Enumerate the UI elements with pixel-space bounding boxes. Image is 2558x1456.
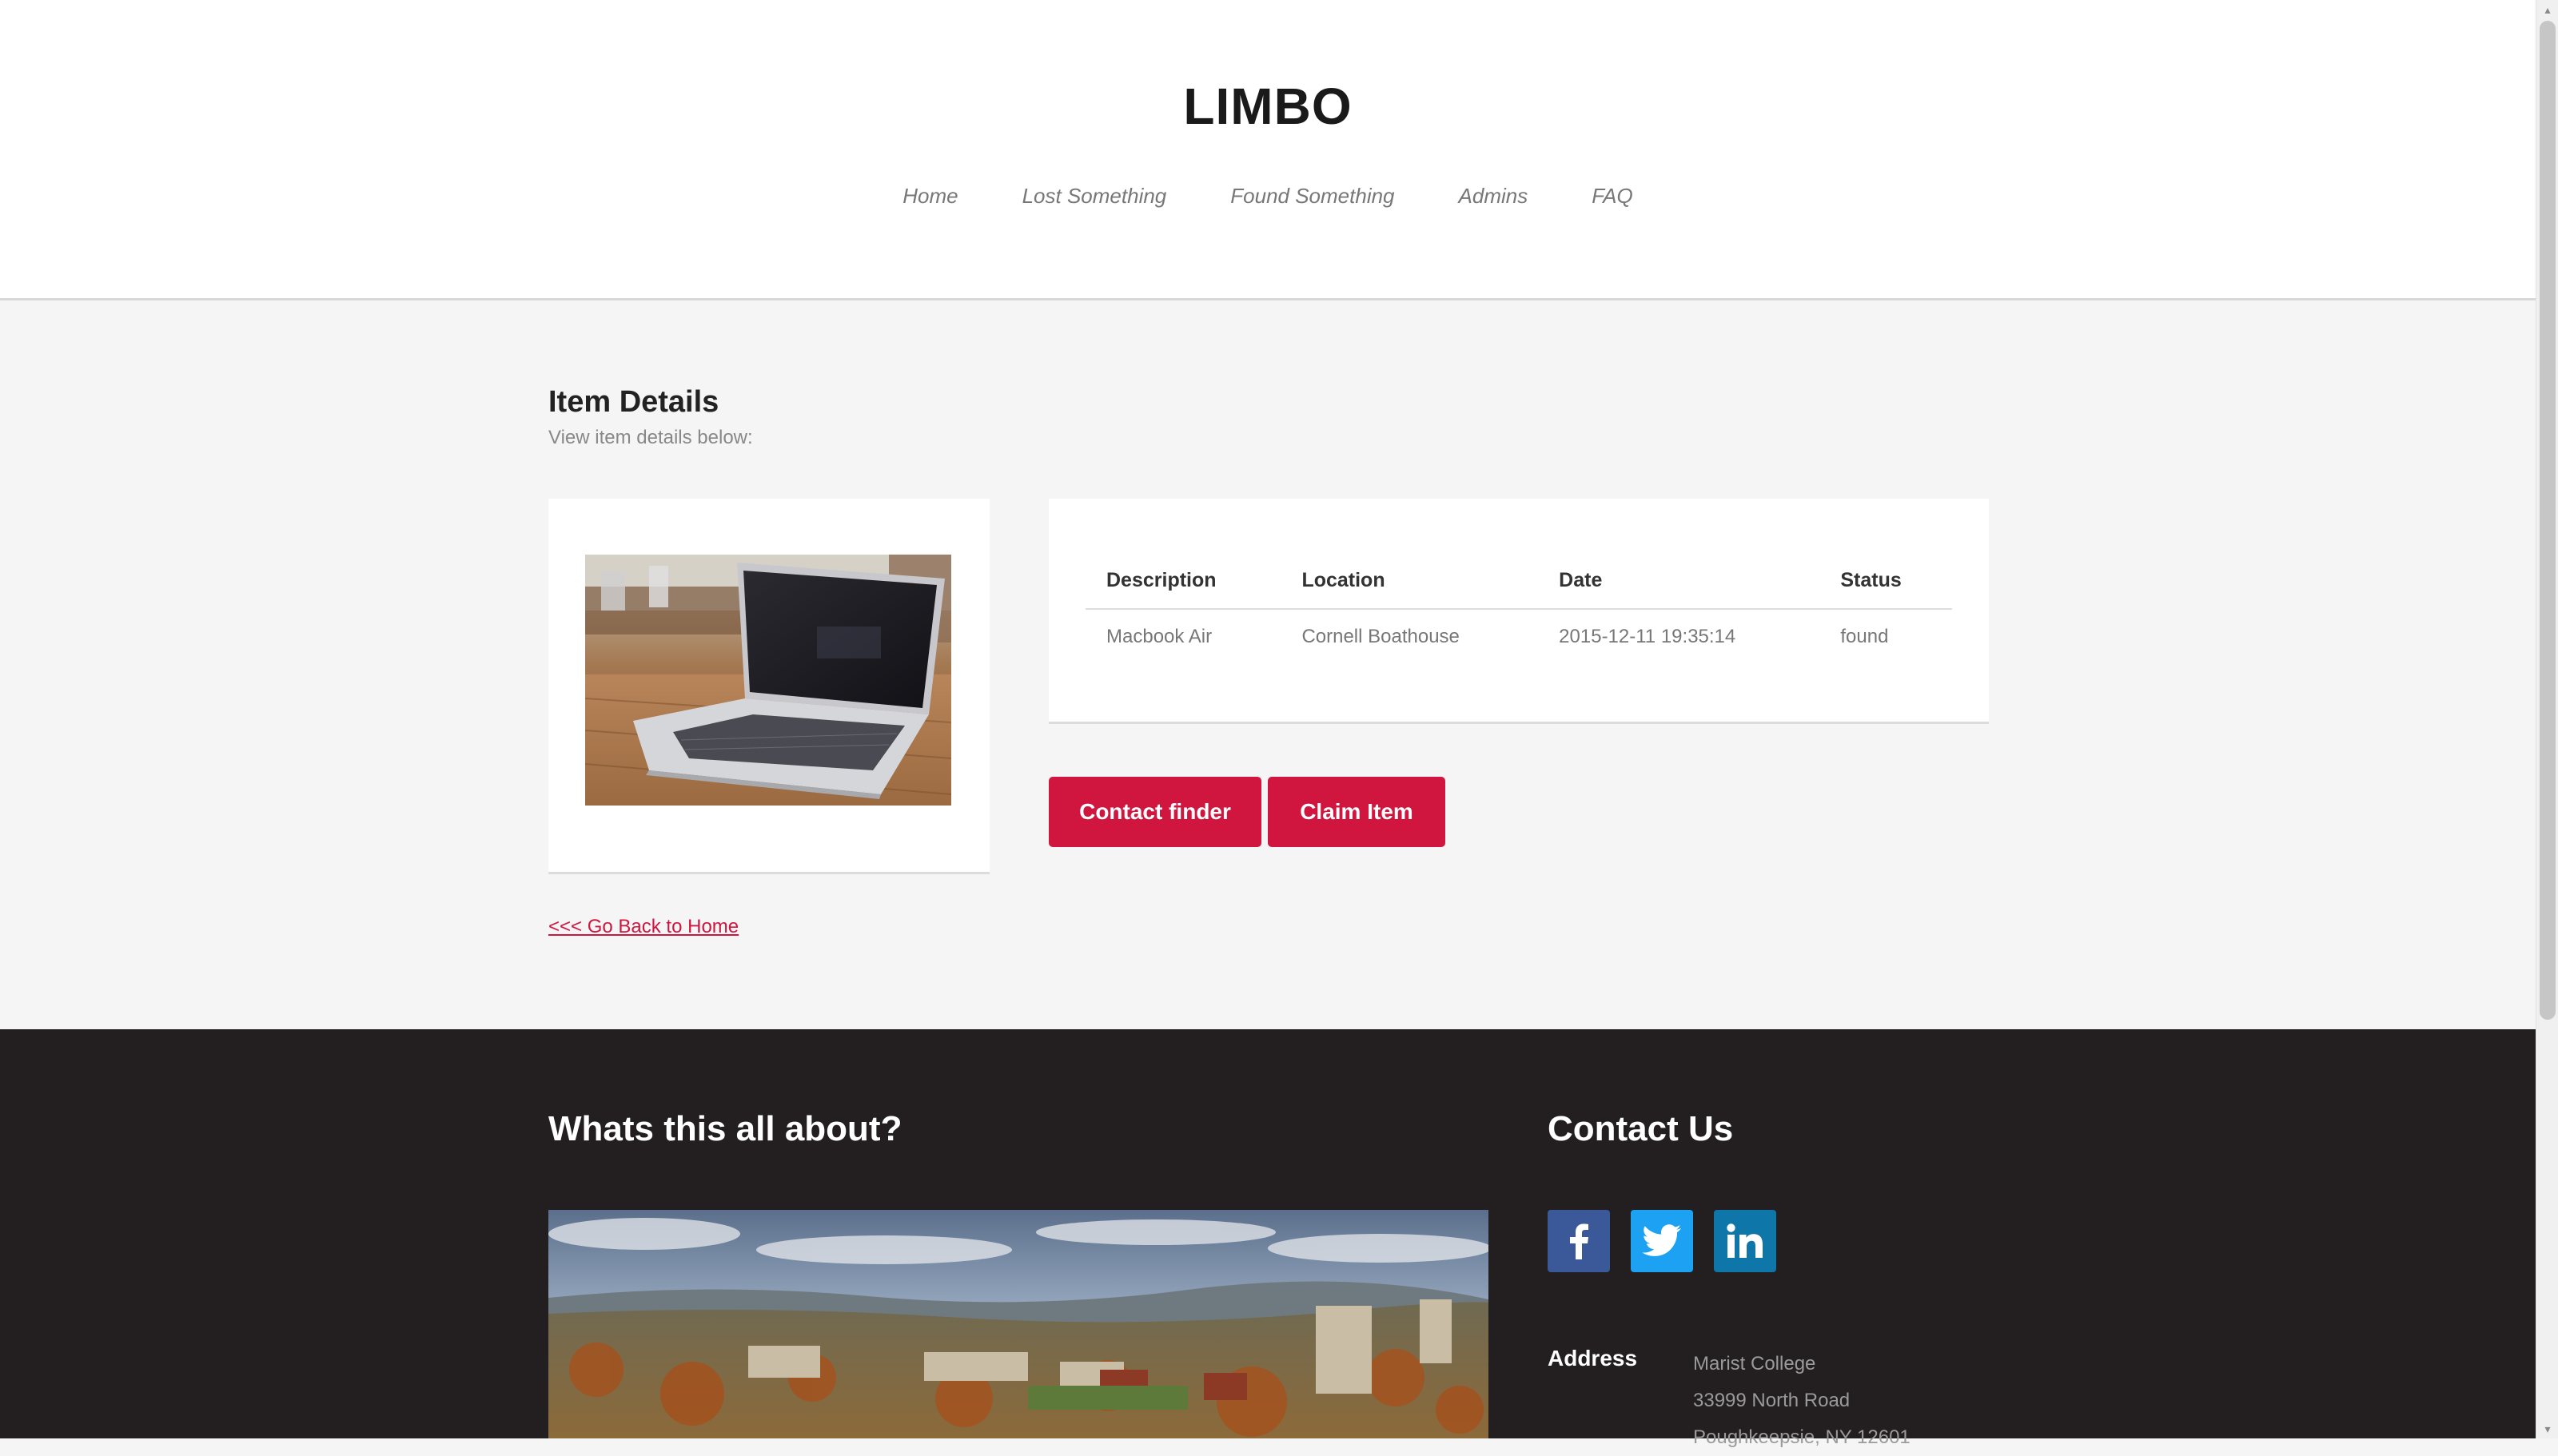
address-label: Address xyxy=(1548,1346,1638,1370)
nav-item-faq[interactable]: FAQ xyxy=(1592,184,1633,209)
campus-photo-icon xyxy=(548,1210,1488,1438)
claim-item-button[interactable]: Claim Item xyxy=(1268,777,1445,847)
item-image-card xyxy=(548,499,990,874)
page-title: Item Details xyxy=(548,385,719,419)
contact-heading: Contact Us xyxy=(1548,1109,1734,1148)
scroll-up-icon[interactable]: ▴ xyxy=(2541,3,2554,16)
campus-photo xyxy=(548,1210,1488,1438)
back-to-home-link[interactable]: <<< Go Back to Home xyxy=(548,916,739,938)
about-heading: Whats this all about? xyxy=(548,1109,902,1148)
item-details-table: Description Location Date Status Macbook… xyxy=(1086,553,1952,664)
cell-status: found xyxy=(1840,626,1889,647)
column-header-description: Description xyxy=(1086,553,1281,610)
nav-item-found-something[interactable]: Found Something xyxy=(1230,184,1394,209)
twitter-icon[interactable] xyxy=(1631,1210,1693,1272)
contact-finder-button[interactable]: Contact finder xyxy=(1049,777,1261,847)
column-header-date: Date xyxy=(1538,553,1820,610)
item-photo xyxy=(585,555,951,806)
cell-location: Cornell Boathouse xyxy=(1301,626,1460,647)
facebook-icon[interactable] xyxy=(1548,1210,1610,1272)
nav-item-lost-something[interactable]: Lost Something xyxy=(1022,184,1167,209)
nav-item-admins[interactable]: Admins xyxy=(1459,184,1528,209)
page-subtitle: View item details below: xyxy=(548,427,753,448)
column-header-location: Location xyxy=(1281,553,1539,610)
table-row: Macbook Air Cornell Boathouse 2015-12-11… xyxy=(1086,609,1952,664)
cell-description: Macbook Air xyxy=(1106,626,1213,647)
linkedin-icon[interactable] xyxy=(1714,1210,1776,1272)
address-line: Poughkeepsie, NY 12601 xyxy=(1693,1426,1911,1448)
site-title[interactable]: LIMBO xyxy=(0,77,2536,136)
cell-date: 2015-12-11 19:35:14 xyxy=(1559,626,1736,647)
laptop-photo-icon xyxy=(585,555,951,806)
site-footer: Whats this all about? Contact Us Address… xyxy=(0,1029,2536,1448)
column-header-status: Status xyxy=(1819,553,1952,610)
main-nav: Home Lost Something Found Something Admi… xyxy=(0,184,2536,209)
scrollbar-thumb[interactable] xyxy=(2540,21,2556,1020)
social-links xyxy=(1548,1210,1776,1272)
scroll-down-icon[interactable]: ▾ xyxy=(2541,1422,2554,1435)
table-header-row: Description Location Date Status xyxy=(1086,553,1952,610)
address-line: 33999 North Road xyxy=(1693,1390,1851,1411)
main-content: Item Details View item details below: De… xyxy=(0,302,2536,1029)
site-header: LIMBO Home Lost Something Found Somethin… xyxy=(0,0,2536,300)
address-block: Marist College 33999 North Road Poughkee… xyxy=(1693,1346,1911,1456)
item-details-card: Description Location Date Status Macbook… xyxy=(1049,499,1989,724)
address-line: Marist College xyxy=(1693,1353,1816,1374)
page-scrollbar[interactable]: ▴ ▾ xyxy=(2536,0,2558,1438)
nav-item-home[interactable]: Home xyxy=(902,184,958,209)
